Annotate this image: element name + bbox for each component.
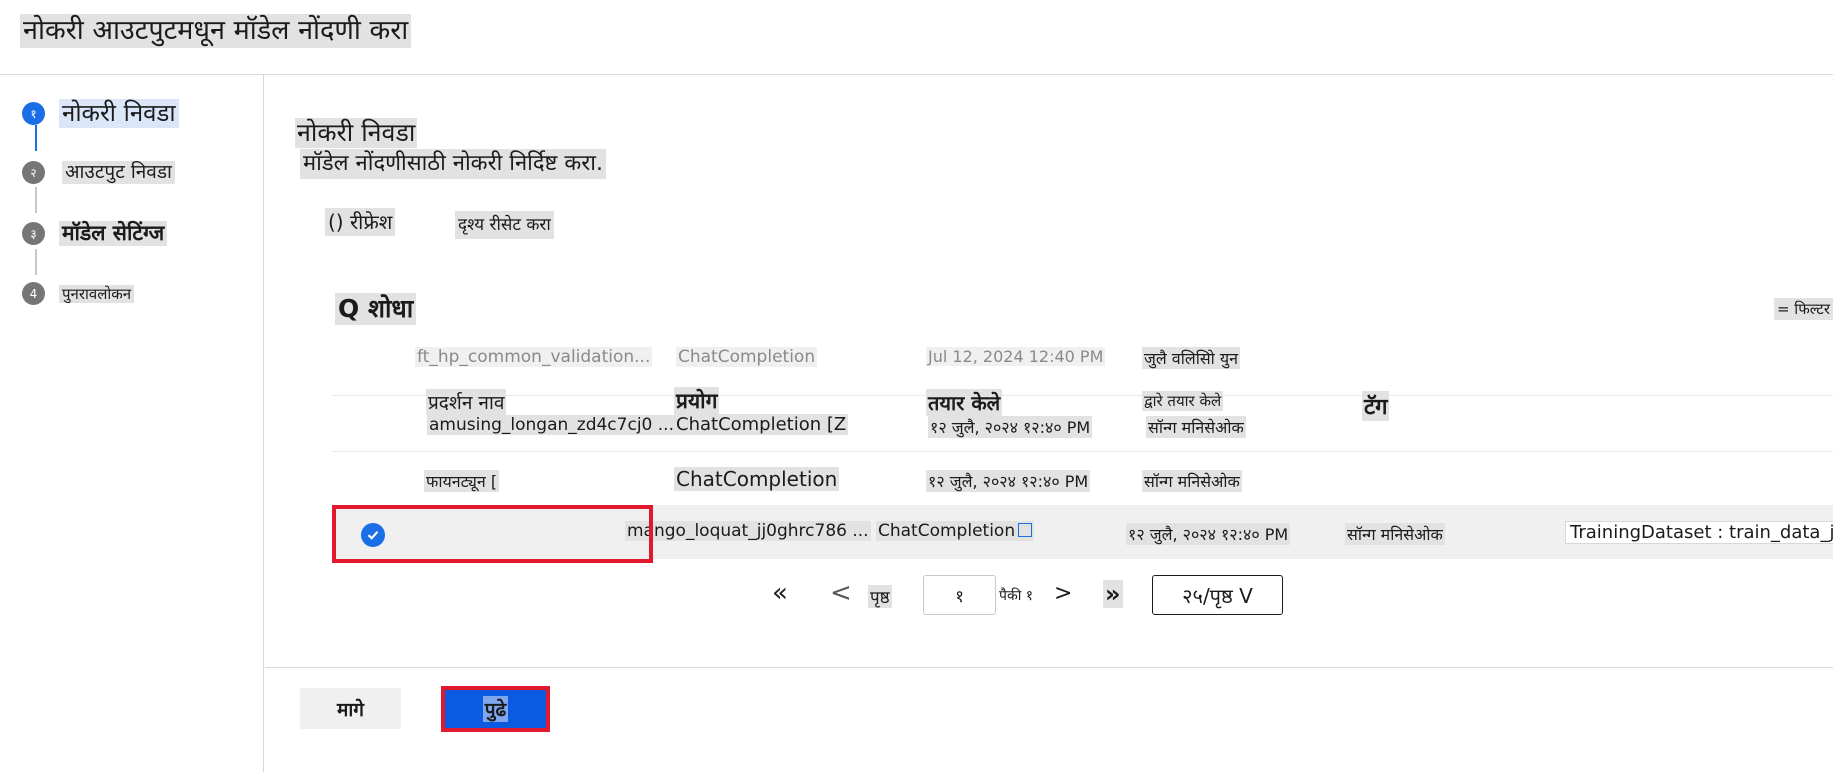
reset-view-button[interactable]: दृश्य रीसेट करा bbox=[455, 211, 554, 239]
cell-experiment[interactable]: ChatCompletion [Z bbox=[674, 414, 849, 435]
step-label: नोकरी निवडा bbox=[59, 99, 179, 128]
step-model-settings[interactable]: ३ मॉडेल सेटिंग्ज bbox=[22, 221, 168, 247]
step-select-output[interactable]: २ आउटपुट निवडा bbox=[22, 161, 175, 184]
step-connector bbox=[35, 125, 37, 151]
cell-experiment[interactable]: ChatCompletion bbox=[876, 521, 1035, 541]
cell-created: १२ जुलै, २०२४ १२:४० PM bbox=[926, 470, 1091, 492]
step-label: आउटपुट निवडा bbox=[62, 161, 175, 184]
page-title: नोकरी आउटपुटमधून मॉडेल नोंदणी करा bbox=[20, 14, 412, 48]
step-select-job[interactable]: १ नोकरी निवडा bbox=[22, 99, 179, 128]
footer-divider bbox=[265, 667, 1833, 668]
table-row[interactable]: फायनट्यून [ ChatCompletion १२ जुलै, २०२४… bbox=[332, 467, 1833, 503]
cell-created: १२ जुलै, २०२४ १२:४० PM bbox=[928, 416, 1093, 438]
table-row[interactable]: amusing_longan_zd4c7cj0 ... ChatCompleti… bbox=[332, 413, 1833, 449]
cell-created: Jul 12, 2024 12:40 PM bbox=[926, 347, 1106, 366]
external-link-icon[interactable] bbox=[1018, 523, 1033, 537]
cell-created-by: सॉन्ग मनिसेओक bbox=[1142, 470, 1242, 492]
column-header-created[interactable]: तयार केले bbox=[926, 389, 1003, 416]
step-label: पुनरावलोकन bbox=[59, 284, 135, 303]
step-number: ३ bbox=[22, 222, 45, 246]
checkmark-circle-icon[interactable] bbox=[361, 523, 385, 547]
next-button[interactable]: पुढे bbox=[441, 686, 550, 732]
page-number-input[interactable]: १ bbox=[923, 575, 996, 615]
last-page-button[interactable]: » bbox=[1103, 580, 1123, 608]
cell-name[interactable]: amusing_longan_zd4c7cj0 ... bbox=[427, 415, 676, 435]
next-button-label: पुढे bbox=[482, 696, 509, 722]
step-number: १ bbox=[22, 101, 45, 125]
table-row-partial: ft_hp_common_validation... ChatCompletio… bbox=[332, 337, 1833, 377]
cell-name: ft_hp_common_validation... bbox=[415, 347, 653, 367]
cell-created-by: सॉन्ग मनिसेओक bbox=[1146, 416, 1246, 438]
step-label: मॉडेल सेटिंग्ज bbox=[59, 221, 168, 247]
tag-pill: TrainingDataset : train_data_jsonl bbox=[1565, 521, 1833, 544]
section-description: मॉडेल नोंदणीसाठी नोकरी निर्दिष्ट करा. bbox=[300, 149, 606, 179]
page-label: पृष्ठ bbox=[868, 585, 892, 608]
search-input[interactable]: Q शोधा bbox=[335, 293, 417, 325]
first-page-button[interactable]: « bbox=[772, 578, 788, 608]
column-header-experiment[interactable]: प्रयोग bbox=[674, 387, 720, 415]
step-connector bbox=[35, 187, 37, 213]
step-review[interactable]: 4 पुनरावलोकन bbox=[22, 282, 135, 305]
page-header: नोकरी आउटपुटमधून मॉडेल नोंदणी करा bbox=[0, 0, 1833, 75]
cell-name[interactable]: फायनट्यून [ bbox=[424, 470, 500, 492]
jobs-table: ft_hp_common_validation... ChatCompletio… bbox=[332, 337, 1833, 642]
main-panel: नोकरी निवडा मॉडेल नोंदणीसाठी नोकरी निर्द… bbox=[265, 75, 1833, 772]
step-number: २ bbox=[22, 161, 45, 184]
cell-experiment[interactable]: ChatCompletion bbox=[674, 467, 840, 491]
page-of-label: पैकी १ bbox=[999, 588, 1034, 604]
cell-experiment: ChatCompletion bbox=[676, 347, 818, 367]
cell-name[interactable]: mango_loquat_jj0ghrc786 ... bbox=[625, 521, 871, 541]
section-title: नोकरी निवडा bbox=[295, 118, 418, 148]
step-number: 4 bbox=[22, 282, 45, 305]
cell-created: १२ जुलै, २०२४ १२:४० PM bbox=[1126, 523, 1291, 545]
step-connector bbox=[35, 249, 37, 275]
column-header-name[interactable]: प्रदर्शन नाव bbox=[426, 389, 507, 415]
prev-page-button[interactable]: < bbox=[830, 578, 852, 608]
filter-button[interactable]: = फिल्टर bbox=[1773, 298, 1833, 320]
cell-created-by: जुलै वलिसिो युन bbox=[1142, 347, 1241, 369]
next-page-button[interactable]: > bbox=[1054, 581, 1072, 606]
cell-created-by: सॉन्ग मनिसेओक bbox=[1345, 523, 1445, 545]
column-header-created-by[interactable]: द्वारे तयार केले bbox=[1142, 391, 1224, 411]
experiment-link-text[interactable]: ChatCompletion bbox=[878, 521, 1015, 541]
refresh-button[interactable]: () रीफ्रेश bbox=[325, 208, 396, 236]
stepper-sidebar: १ नोकरी निवडा २ आउटपुट निवडा ३ मॉडेल सेट… bbox=[0, 75, 264, 772]
page-size-dropdown[interactable]: २५/पृष्ठ V bbox=[1152, 575, 1283, 615]
row-divider bbox=[332, 451, 1833, 452]
back-button[interactable]: मागे bbox=[300, 688, 401, 729]
